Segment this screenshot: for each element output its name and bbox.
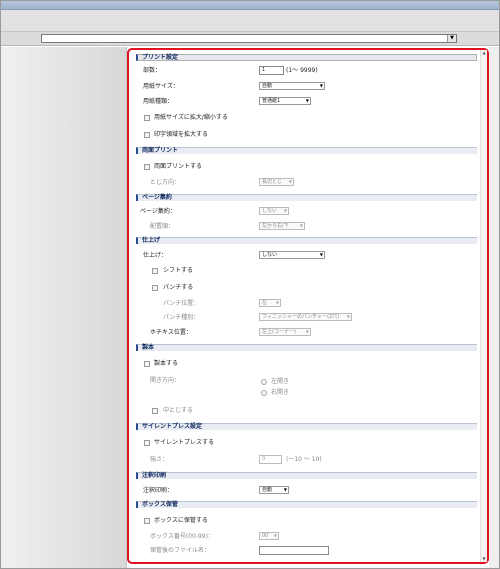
booklet-label: 製本する [154, 360, 179, 367]
chevron-down-icon: ▼ [346, 314, 350, 319]
section-header-annotation: 注釈印刷 [136, 472, 477, 479]
strength-range: (ー10 〜 10) [286, 456, 322, 463]
chevron-down-icon[interactable]: ▼ [447, 35, 456, 42]
strength-label: 強さ： [150, 456, 169, 463]
chevron-down-icon: ▼ [319, 83, 323, 88]
punch-type-select[interactable]: フィニッシャーのパンチャー(2穴) ▼ [259, 313, 352, 321]
file-name-input[interactable] [259, 546, 329, 555]
section-header-finishing: 仕上げ [136, 237, 477, 244]
toolbar [1, 10, 499, 32]
address-strip: ▼ [1, 32, 499, 46]
right-margin [489, 47, 499, 568]
toner-save-label: サイレントプレスする [154, 439, 215, 446]
chevron-down-icon: ▼ [283, 208, 287, 213]
chevron-down-icon: ▼ [319, 252, 323, 257]
box-number-select[interactable]: 00 ▼ [259, 532, 279, 540]
binding-value: 長辺とじ [262, 179, 283, 185]
right-open-label: 右開き [271, 389, 290, 396]
section-header-duplex: 両面プリント [136, 147, 477, 154]
paper-type-select[interactable]: 普通紙1 ▼ [259, 97, 311, 105]
box-number-label: ボックス番号(00-99)： [150, 533, 214, 540]
punch-position-label: パンチ位置： [163, 300, 200, 307]
order-select[interactable]: 左から右/下 ▼ [259, 222, 305, 230]
paper-size-select[interactable]: 自動 ▼ [259, 82, 325, 90]
punch-position-select[interactable]: 左 ▼ [259, 299, 281, 307]
strength-input[interactable]: 0 [259, 455, 282, 464]
file-name-label: 保管後のファイル名： [150, 547, 211, 554]
section-header-print-settings: プリント設定 [136, 54, 477, 61]
pages-per-sheet-value: しない [262, 208, 278, 214]
section-header-toner-save: サイレントプレス設定 [136, 423, 477, 430]
staple-position-select[interactable]: 左上(コーナー) ▼ [259, 328, 311, 336]
shift-checkbox[interactable] [152, 268, 158, 274]
paper-type-value: 普通紙1 [262, 98, 281, 104]
save-to-box-label: ボックスに保管する [154, 517, 208, 524]
box-number-value: 00 [262, 533, 269, 539]
toner-save-checkbox[interactable] [144, 440, 150, 446]
vertical-scrollbar[interactable]: ▲ ▼ [480, 50, 487, 562]
scroll-down-icon[interactable]: ▼ [481, 556, 487, 562]
annotation-select[interactable]: 自動 ▼ [259, 486, 289, 494]
binding-label: とじ方向： [150, 179, 181, 186]
paper-type-label: 用紙種類： [143, 98, 174, 105]
order-label: 配置順： [150, 223, 175, 230]
chevron-down-icon: ▼ [305, 329, 309, 334]
expand-print-area-label: 印字領域を拡大する [154, 131, 209, 138]
finishing-select[interactable]: しない ▼ [259, 251, 325, 259]
pages-per-sheet-label: ページ集約： [140, 208, 176, 215]
punch-checkbox[interactable] [152, 285, 158, 291]
scroll-up-icon[interactable]: ▲ [481, 50, 487, 56]
left-open-radio[interactable] [261, 379, 267, 385]
annotation-label: 注釈印刷： [143, 487, 174, 494]
duplex-label: 両面プリントする [154, 163, 203, 170]
punch-type-label: パンチ種別： [163, 314, 200, 321]
save-to-box-checkbox[interactable] [144, 518, 150, 524]
copies-label: 部数： [143, 67, 162, 74]
expand-print-area-checkbox[interactable] [144, 132, 150, 138]
saddle-stitch-label: 中とじする [163, 407, 194, 414]
paper-size-label: 用紙サイズ： [143, 83, 179, 90]
finishing-value: しない [262, 252, 278, 258]
order-suffix: /下 [282, 223, 289, 229]
opening-direction-label: 開き方向： [150, 377, 181, 384]
chevron-down-icon: ▼ [275, 300, 279, 305]
chevron-down-icon: ▼ [273, 533, 277, 538]
fit-to-paper-checkbox[interactable] [144, 115, 150, 121]
right-open-radio[interactable] [261, 390, 267, 396]
shift-label: シフトする [163, 267, 194, 274]
staple-position-label: ホチキス位置： [150, 329, 192, 336]
punch-position-value: 左 [262, 300, 268, 306]
duplex-checkbox[interactable] [144, 164, 150, 170]
staple-position-value: 左上(コーナー) [262, 329, 296, 335]
annotation-value: 自動 [262, 487, 273, 493]
chevron-down-icon: ▼ [283, 487, 287, 492]
fit-to-paper-label: 用紙サイズに拡大/縮小する [154, 114, 228, 121]
chevron-down-icon: ▼ [299, 223, 303, 228]
paper-size-value: 自動 [262, 83, 273, 89]
copies-range: (1〜 9999) [286, 67, 318, 74]
binding-select[interactable]: 長辺とじ ▼ [259, 178, 294, 186]
finishing-label: 仕上げ： [143, 252, 168, 259]
order-value: 左から右 [262, 223, 283, 229]
saddle-stitch-checkbox[interactable] [152, 408, 158, 414]
address-dropdown[interactable]: ▼ [41, 34, 457, 43]
left-open-label: 左開き [271, 378, 290, 385]
booklet-checkbox[interactable] [144, 361, 150, 367]
left-navigation-pane [1, 47, 127, 568]
punch-label: パンチする [163, 284, 194, 291]
chevron-down-icon: ▼ [305, 98, 309, 103]
section-header-page-layout: ページ集約 [136, 194, 477, 201]
pages-per-sheet-select[interactable]: しない ▼ [259, 207, 289, 215]
section-header-booklet: 製本 [136, 344, 477, 351]
copies-input[interactable]: 1 [259, 66, 284, 75]
title-bar [1, 1, 499, 10]
chevron-down-icon: ▼ [288, 179, 292, 184]
punch-type-value: フィニッシャーのパンチャー(2穴) [262, 314, 340, 320]
section-header-box-storage: ボックス保管 [136, 501, 477, 508]
